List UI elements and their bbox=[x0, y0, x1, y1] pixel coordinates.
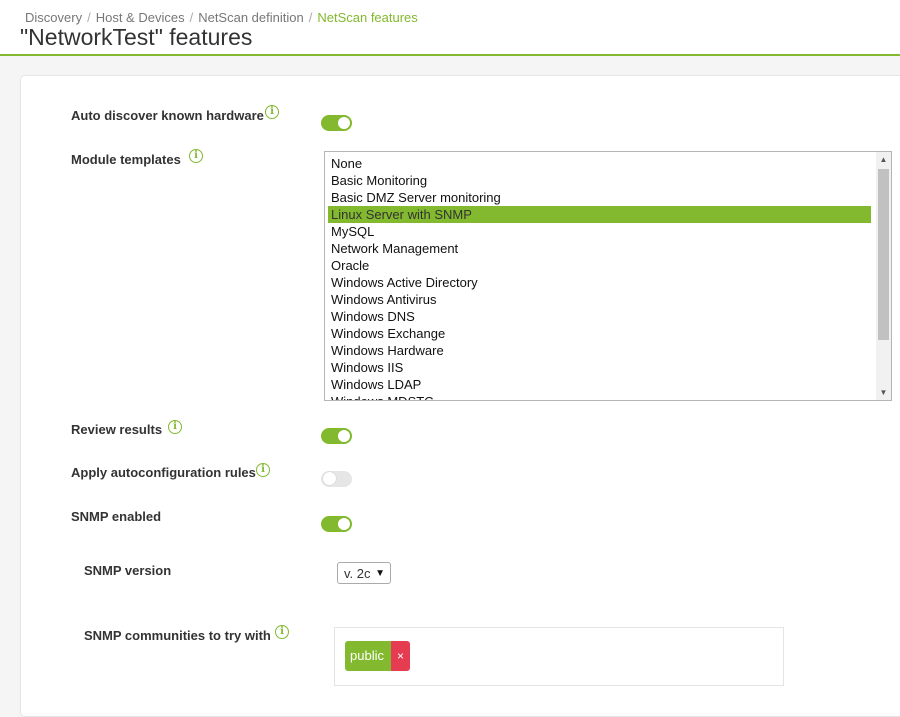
auto-discover-toggle[interactable] bbox=[321, 115, 352, 131]
scroll-down-icon[interactable]: ▼ bbox=[876, 385, 891, 400]
listbox-option-selected[interactable]: Linux Server with SNMP bbox=[328, 206, 871, 223]
page-title: "NetworkTest" features bbox=[20, 24, 253, 50]
breadcrumb-separator: / bbox=[87, 10, 91, 25]
listbox-option[interactable]: MySQL bbox=[328, 223, 871, 240]
listbox-option[interactable]: Windows MDSTC bbox=[328, 393, 871, 400]
snmp-enabled-toggle[interactable] bbox=[321, 516, 352, 532]
listbox-option[interactable]: Windows Hardware bbox=[328, 342, 871, 359]
listbox-option[interactable]: Windows Active Directory bbox=[328, 274, 871, 291]
auto-discover-label: Auto discover known hardware bbox=[71, 108, 264, 123]
review-results-label: Review results bbox=[71, 422, 163, 437]
snmp-version-select[interactable]: v. 2c ▼ bbox=[337, 562, 391, 584]
chevron-down-icon: ▼ bbox=[375, 568, 385, 579]
listbox-option[interactable]: Windows DNS bbox=[328, 308, 871, 325]
breadcrumb-item-host-devices[interactable]: Host & Devices bbox=[96, 10, 185, 25]
listbox-option[interactable]: Oracle bbox=[328, 257, 871, 274]
info-icon[interactable]: i bbox=[189, 149, 203, 163]
listbox-option[interactable]: Windows LDAP bbox=[328, 376, 871, 393]
listbox-option[interactable]: Windows Exchange bbox=[328, 325, 871, 342]
community-tag: public × bbox=[345, 641, 410, 671]
info-icon[interactable]: i bbox=[168, 420, 182, 434]
breadcrumb-item-netscan-definition[interactable]: NetScan definition bbox=[198, 10, 304, 25]
info-icon[interactable]: i bbox=[265, 105, 279, 119]
scroll-up-icon[interactable]: ▲ bbox=[876, 152, 891, 167]
snmp-version-value: v. 2c bbox=[344, 566, 371, 581]
listbox-option[interactable]: Windows Antivirus bbox=[328, 291, 871, 308]
listbox-option[interactable]: Windows IIS bbox=[328, 359, 871, 376]
snmp-communities-label: SNMP communities to try with bbox=[84, 628, 271, 643]
toggle-knob bbox=[338, 518, 350, 530]
module-templates-label: Module templates bbox=[71, 152, 181, 167]
listbox-option[interactable]: Basic Monitoring bbox=[328, 172, 871, 189]
apply-autoconfig-toggle[interactable] bbox=[321, 471, 352, 487]
breadcrumb-item-current: NetScan features bbox=[317, 10, 418, 25]
snmp-communities-input[interactable]: public × bbox=[334, 627, 784, 686]
listbox-option[interactable]: Basic DMZ Server monitoring bbox=[328, 189, 871, 206]
module-templates-options: None Basic Monitoring Basic DMZ Server m… bbox=[328, 155, 871, 400]
community-tag-label: public bbox=[345, 641, 391, 671]
page-header: Discovery / Host & Devices / NetScan definit… bbox=[0, 0, 900, 56]
breadcrumb-separator: / bbox=[189, 10, 194, 25]
apply-autoconfig-label: Apply autoconfiguration rules bbox=[71, 465, 256, 480]
listbox-option[interactable]: None bbox=[328, 155, 871, 172]
close-icon[interactable]: × bbox=[390, 641, 410, 671]
breadcrumb-separator: / bbox=[308, 10, 313, 25]
module-templates-listbox[interactable]: None Basic Monitoring Basic DMZ Server m… bbox=[324, 151, 892, 401]
scroll-thumb[interactable] bbox=[878, 169, 889, 340]
listbox-scrollbar[interactable]: ▲ ▼ bbox=[876, 152, 891, 400]
toggle-knob bbox=[338, 430, 350, 442]
toggle-knob bbox=[323, 472, 336, 485]
snmp-enabled-label: SNMP enabled bbox=[71, 509, 162, 524]
info-icon[interactable]: i bbox=[256, 463, 270, 477]
listbox-option[interactable]: Network Management bbox=[328, 240, 871, 257]
breadcrumb: Discovery / Host & Devices / NetScan definit… bbox=[25, 10, 418, 25]
info-icon[interactable]: i bbox=[275, 625, 289, 639]
review-results-toggle[interactable] bbox=[321, 428, 352, 444]
snmp-version-label: SNMP version bbox=[84, 563, 172, 578]
toggle-knob bbox=[338, 117, 350, 129]
breadcrumb-item-discovery[interactable]: Discovery bbox=[25, 10, 82, 25]
